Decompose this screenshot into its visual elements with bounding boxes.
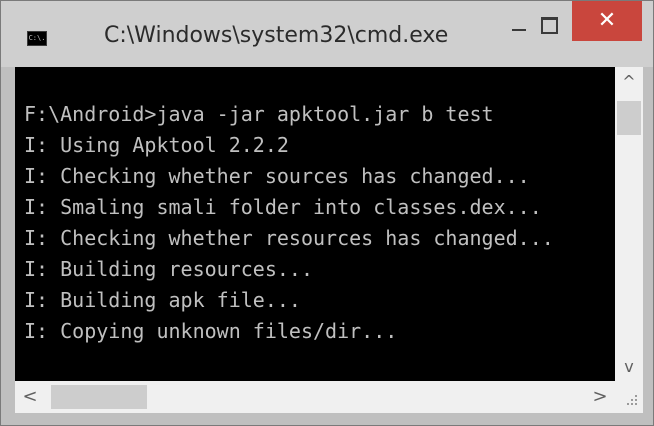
console-line: I: Copying unknown files/dir... xyxy=(24,319,398,343)
resize-grip-icon[interactable] xyxy=(615,381,643,413)
console-line: F:\Android>java -jar apktool.jar b test xyxy=(24,102,494,126)
console-line: I: Building resources... xyxy=(24,257,313,281)
console-line: I: Smaling smali folder into classes.dex… xyxy=(24,195,542,219)
scroll-right-icon[interactable]: > xyxy=(585,381,615,413)
console-line: I: Checking whether sources has changed.… xyxy=(24,164,530,188)
maximize-button[interactable] xyxy=(535,11,563,39)
console-line: I: Checking whether resources has change… xyxy=(24,226,554,250)
scroll-left-icon[interactable]: < xyxy=(15,381,45,413)
console-line: I: Using Apktool 2.2.2 xyxy=(24,133,289,157)
title-bar[interactable]: C:\. C:\Windows\system32\cmd.exe ✕ xyxy=(1,1,653,67)
cmd-window: C:\. C:\Windows\system32\cmd.exe ✕ F:\An… xyxy=(0,0,654,426)
horizontal-scroll-thumb[interactable] xyxy=(51,385,147,409)
scroll-up-icon[interactable]: ^ xyxy=(615,67,643,95)
close-button[interactable]: ✕ xyxy=(572,1,642,41)
vertical-scrollbar[interactable]: ^ v xyxy=(615,67,643,381)
horizontal-scrollbar[interactable]: < > xyxy=(15,381,615,413)
vertical-scroll-thumb[interactable] xyxy=(617,101,641,135)
window-title: C:\Windows\system32\cmd.exe xyxy=(104,23,449,48)
close-icon: ✕ xyxy=(597,8,617,33)
cmd-app-icon[interactable]: C:\. xyxy=(27,31,47,46)
scroll-down-icon[interactable]: v xyxy=(615,353,643,381)
console-line: I: Building apk file... xyxy=(24,288,301,312)
minimize-button[interactable] xyxy=(505,11,533,39)
console-output[interactable]: F:\Android>java -jar apktool.jar b test … xyxy=(15,67,615,381)
